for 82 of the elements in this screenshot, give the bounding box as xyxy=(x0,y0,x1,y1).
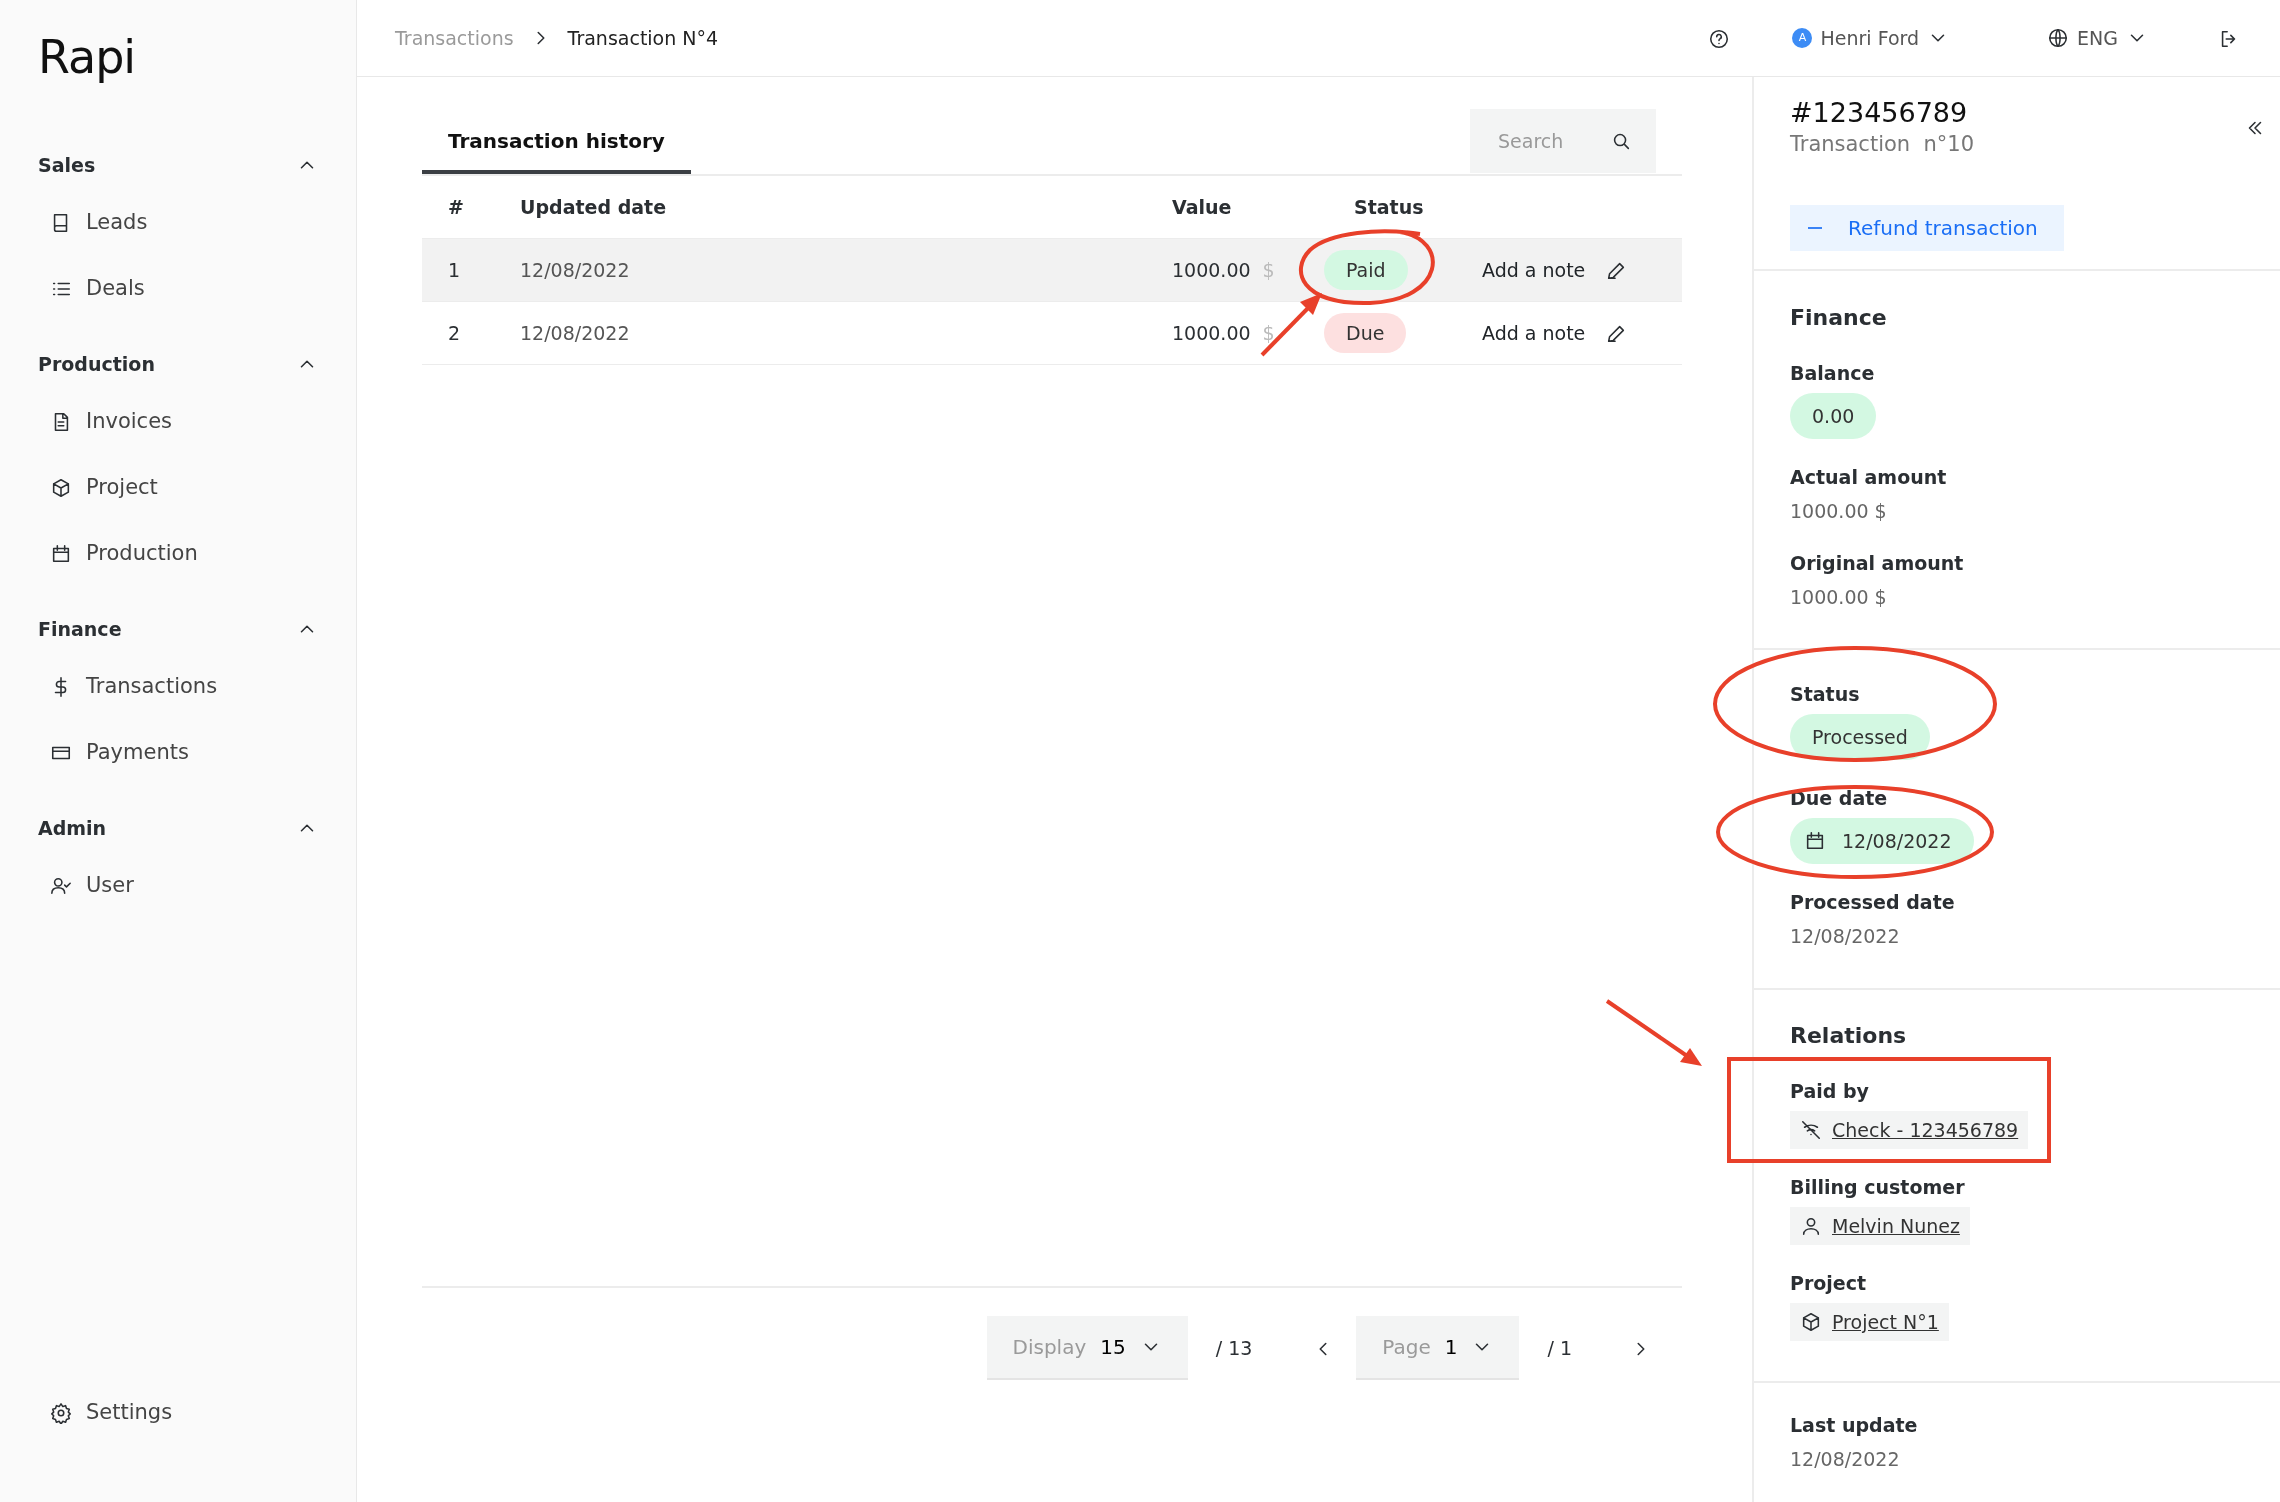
field-label: Project xyxy=(1790,1270,1867,1296)
sidebar-item[interactable]: Invoices xyxy=(38,389,318,455)
user-check-icon xyxy=(50,875,72,897)
section-title: Production xyxy=(38,351,155,377)
relation-link[interactable]: Melvin Nunez xyxy=(1832,1211,1960,1240)
field-label: Original amount xyxy=(1790,550,1964,576)
table-cell: 2 xyxy=(448,321,461,344)
avatar: A xyxy=(1792,28,1813,48)
table-row[interactable]: 2 12/08/2022 1000.00 $ Due Add a note xyxy=(422,302,1682,365)
crossed-signal-icon xyxy=(1800,1118,1822,1141)
currency-label: $ xyxy=(1262,257,1275,283)
globe-icon xyxy=(2047,27,2070,49)
field-label: Processed date xyxy=(1790,889,1955,915)
field-label: Last update xyxy=(1790,1412,1918,1438)
sidebar-item[interactable]: Payments xyxy=(38,720,318,786)
calendar-icon xyxy=(50,543,72,565)
field-label: Balance xyxy=(1790,360,1875,386)
annotation-arrow xyxy=(1260,293,1322,357)
field-value: 1000.00 $ xyxy=(1790,584,1887,610)
currency-label: $ xyxy=(1262,320,1275,346)
cube-icon xyxy=(50,477,72,499)
sidebar-item[interactable]: User xyxy=(38,853,318,919)
sidebar-item[interactable]: Leads xyxy=(38,190,318,256)
value-pill: Processed xyxy=(1790,713,1930,760)
user-menu[interactable]: A Henri Ford xyxy=(1792,23,1950,53)
field-value: 1000.00 $ xyxy=(1790,498,1887,524)
user-name: Henri Ford xyxy=(1820,25,1920,51)
link-chip[interactable]: Check - 123456789 xyxy=(1790,1110,2029,1149)
field-label: Paid by xyxy=(1790,1078,1869,1104)
table-cell: 1 xyxy=(448,258,461,281)
field-label: Due date xyxy=(1790,785,1888,811)
display-select[interactable]: Display 15 xyxy=(986,1316,1188,1380)
relation-link[interactable]: Project N°1 xyxy=(1832,1307,1939,1336)
gear-icon xyxy=(50,1402,72,1424)
table-cell: 12/08/2022 xyxy=(520,321,630,344)
page-select[interactable]: Page 1 xyxy=(1356,1316,1520,1380)
link-chip[interactable]: Project N°1 xyxy=(1790,1302,1949,1341)
calendar-icon xyxy=(1804,829,1826,852)
value-pill: 0.00 xyxy=(1790,392,1877,439)
transaction-id: #123456789 xyxy=(1790,97,1969,130)
cube-icon xyxy=(1800,1310,1822,1333)
help-icon xyxy=(1708,27,1731,50)
language-menu[interactable]: ENG xyxy=(2047,23,2148,53)
refund-button[interactable]: Refund transaction xyxy=(1790,204,2064,251)
page-count: / 13 xyxy=(1215,1335,1253,1361)
table-cell-text: 1000.00 xyxy=(1172,257,1251,283)
sidebar-item[interactable]: Transactions xyxy=(38,654,318,720)
link-chip[interactable]: Melvin Nunez xyxy=(1790,1206,1970,1245)
tab[interactable]: Transaction history xyxy=(422,108,691,174)
field-value: 12/08/2022 xyxy=(1790,923,1900,949)
add-note-link[interactable]: Add a note xyxy=(1482,318,1586,348)
sidebar-item[interactable]: Deals xyxy=(38,256,318,322)
table-row[interactable]: 1 12/08/2022 1000.00 $ Paid Add a note xyxy=(422,239,1682,302)
section-title: Admin xyxy=(38,815,107,841)
add-note-link[interactable]: Add a note xyxy=(1482,255,1586,285)
section-title: Finance xyxy=(1790,303,1888,332)
column-header: Value xyxy=(1172,194,1232,220)
section-title: Sales xyxy=(38,152,96,178)
status-pill: Paid xyxy=(1324,249,1408,291)
relation-link[interactable]: Check - 123456789 xyxy=(1832,1115,2019,1144)
sidebar-item[interactable]: Project xyxy=(38,455,318,521)
field-value: 12/08/2022 xyxy=(1790,1446,1900,1472)
search-field[interactable]: Search xyxy=(1470,109,1656,173)
date-text: 12/08/2022 xyxy=(1842,828,1952,854)
column-header: Updated date xyxy=(520,195,667,218)
column-header: Status xyxy=(1354,195,1424,218)
section-title: Relations xyxy=(1790,1021,1908,1050)
language-label: ENG xyxy=(2077,25,2118,51)
field-label: Actual amount xyxy=(1790,464,1947,490)
status-pill: Due xyxy=(1324,312,1407,354)
transaction-subtitle: Transaction n°10 xyxy=(1790,131,1976,159)
column-header: # xyxy=(448,195,464,218)
table-cell: 12/08/2022 xyxy=(520,258,630,281)
table-cell-text: 1000.00 xyxy=(1172,320,1251,346)
search-input[interactable]: Search xyxy=(1496,125,1600,157)
section-title: Finance xyxy=(38,616,122,642)
breadcrumb-current: Transaction N°4 xyxy=(567,25,719,51)
settings-link[interactable]: Settings xyxy=(38,1380,318,1446)
sidebar-item[interactable]: Production xyxy=(38,521,318,587)
field-label: Status xyxy=(1790,681,1860,707)
page-total: / 1 xyxy=(1547,1335,1572,1361)
field-label: Billing customer xyxy=(1790,1174,1965,1200)
